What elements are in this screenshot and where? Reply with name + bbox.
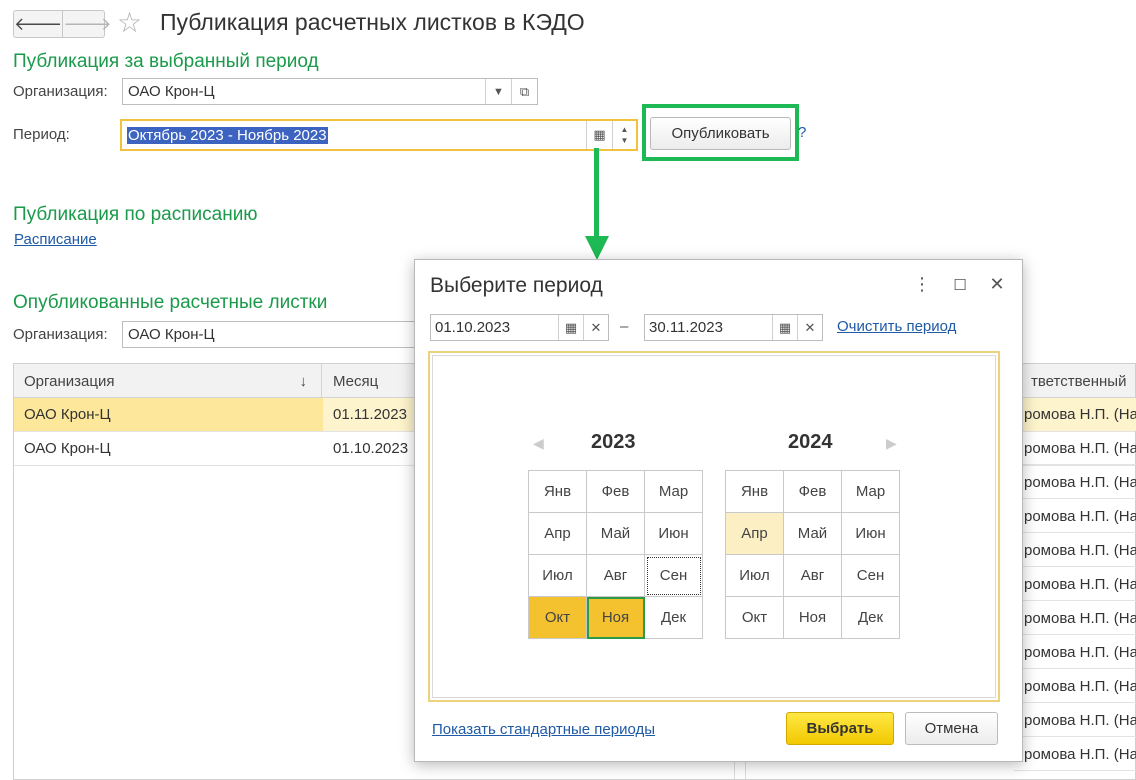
dialog-title: Выберите период — [430, 274, 603, 297]
maximize-icon[interactable]: ☐ — [949, 276, 971, 294]
sort-arrow-icon[interactable]: ↓ — [300, 373, 308, 390]
clear-date-icon[interactable]: ✕ — [583, 315, 608, 340]
cell-responsible: ромова Н.П. (На — [1014, 466, 1136, 499]
cell-month: 01.11.2023 — [323, 398, 423, 431]
select-period-dialog: Выберите период ⋮ ☐ ✕ 01.10.2023 ▦ ✕ – 3… — [414, 259, 1023, 762]
annotation-arrow-line — [594, 148, 599, 240]
period-spin-buttons[interactable]: ▲ ▼ — [612, 121, 636, 149]
clear-date-icon[interactable]: ✕ — [797, 315, 822, 340]
month-2023-feb[interactable]: Фев — [587, 471, 645, 513]
help-icon[interactable]: ? — [798, 124, 806, 141]
cell-month: 01.10.2023 — [333, 440, 409, 457]
cell-responsible: ромова Н.П. (На — [1014, 636, 1136, 669]
favorite-star-icon[interactable]: ☆ — [117, 7, 142, 39]
period-label: Период: — [13, 126, 70, 143]
back-arrow-icon[interactable]: 🡐 — [14, 11, 62, 37]
next-year-icon[interactable]: ▶ — [886, 435, 897, 452]
period-value: Октябрь 2023 - Ноябрь 2023 — [127, 126, 328, 144]
month-2023-nov[interactable]: Ноя — [587, 597, 645, 639]
month-2024-mar[interactable]: Мар — [842, 471, 900, 513]
date-from-field[interactable]: 01.10.2023 ▦ ✕ — [430, 314, 609, 341]
month-2024-may[interactable]: Май — [784, 513, 842, 555]
cell-responsible: ромова Н.П. (На — [1014, 398, 1136, 431]
calendar-icon[interactable]: ▦ — [558, 315, 583, 340]
month-2023-jun[interactable]: Июн — [645, 513, 703, 555]
published-organization-field[interactable]: ОАО Крон-Ц — [122, 321, 422, 348]
month-2024-apr[interactable]: Апр — [726, 513, 784, 555]
month-2024-jun[interactable]: Июн — [842, 513, 900, 555]
cell-responsible: ромова Н.П. (На — [1014, 602, 1136, 635]
month-2024-oct[interactable]: Окт — [726, 597, 784, 639]
cell-responsible: ромова Н.П. (На — [1014, 534, 1136, 567]
month-2024-jan[interactable]: Янв — [726, 471, 784, 513]
month-2023-sep[interactable]: Сен — [645, 555, 703, 597]
spin-up-icon[interactable]: ▲ — [621, 124, 629, 135]
year-label-left: 2023 — [591, 431, 636, 453]
open-item-icon[interactable]: ⧉ — [511, 79, 537, 104]
organization-field[interactable]: ОАО Крон-Ц ▼ ⧉ — [122, 78, 538, 105]
month-2024-nov[interactable]: Ноя — [784, 597, 842, 639]
close-icon[interactable]: ✕ — [986, 274, 1008, 295]
column-header-organization[interactable]: Организация ↓ — [14, 364, 322, 398]
clear-period-link[interactable]: Очистить период — [837, 318, 956, 335]
month-grid-2023: Янв Фев Мар Апр Май Июн Июл Авг Сен Окт … — [528, 470, 703, 639]
section-title-schedule: Публикация по расписанию — [13, 204, 258, 225]
date-from-value: 01.10.2023 — [435, 319, 511, 336]
previous-year-icon[interactable]: ◀ — [533, 435, 544, 452]
cell-responsible: ромова Н.П. (На — [1014, 568, 1136, 601]
cell-responsible: ромова Н.П. (На — [1014, 704, 1136, 737]
cell-responsible: ромова Н.П. (На — [1014, 500, 1136, 533]
month-2023-mar[interactable]: Мар — [645, 471, 703, 513]
annotation-arrow-head-icon — [585, 236, 609, 260]
published-organization-label: Организация: — [13, 326, 108, 343]
section-title-publish-period: Публикация за выбранный период — [13, 51, 319, 72]
date-range-dash: – — [620, 318, 629, 335]
month-grid-2024: Янв Фев Мар Апр Май Июн Июл Авг Сен Окт … — [725, 470, 900, 639]
published-organization-value: ОАО Крон-Ц — [128, 326, 215, 343]
show-standard-periods-link[interactable]: Показать стандартные периоды — [432, 721, 655, 738]
month-2023-aug[interactable]: Авг — [587, 555, 645, 597]
calendar-icon[interactable]: ▦ — [586, 121, 612, 149]
month-2024-dec[interactable]: Дек — [842, 597, 900, 639]
section-title-published: Опубликованные расчетные листки — [13, 292, 328, 313]
month-2023-may[interactable]: Май — [587, 513, 645, 555]
select-button[interactable]: Выбрать — [786, 712, 894, 745]
dropdown-arrow-icon[interactable]: ▼ — [485, 79, 511, 104]
month-2023-oct[interactable]: Окт — [529, 597, 587, 639]
date-to-field[interactable]: 30.11.2023 ▦ ✕ — [644, 314, 823, 341]
column-header-organization-label: Организация — [24, 372, 115, 390]
publish-button[interactable]: Опубликовать — [650, 117, 791, 150]
more-options-icon[interactable]: ⋮ — [911, 274, 933, 295]
organization-value: ОАО Крон-Ц — [128, 83, 215, 100]
cancel-button[interactable]: Отмена — [905, 712, 998, 745]
page-title: Публикация расчетных листков в КЭДО — [160, 9, 585, 35]
cell-responsible: ромова Н.П. (На — [1014, 670, 1136, 703]
calendar-panel: ◀ 2023 2024 ▶ Янв Фев Мар Апр Май Июн Ию… — [428, 351, 1000, 702]
date-to-value: 30.11.2023 — [649, 319, 723, 336]
schedule-link[interactable]: Расписание — [14, 231, 97, 248]
period-field[interactable]: Октябрь 2023 - Ноябрь 2023 ▦ ▲ ▼ — [120, 119, 638, 151]
month-2024-jul[interactable]: Июл — [726, 555, 784, 597]
cell-responsible: ромова Н.П. (На — [1014, 738, 1136, 771]
cell-organization: ОАО Крон-Ц — [24, 406, 111, 423]
navigation-buttons: 🡐 🡒 — [13, 10, 112, 38]
month-2024-sep[interactable]: Сен — [842, 555, 900, 597]
month-2023-jan[interactable]: Янв — [529, 471, 587, 513]
month-2023-jul[interactable]: Июл — [529, 555, 587, 597]
calendar-icon[interactable]: ▦ — [772, 315, 797, 340]
spin-down-icon[interactable]: ▼ — [621, 135, 629, 146]
column-header-responsible[interactable]: тветственный — [1020, 364, 1136, 398]
cell-organization: ОАО Крон-Ц — [24, 440, 111, 457]
organization-label: Организация: — [13, 83, 108, 100]
month-2023-apr[interactable]: Апр — [529, 513, 587, 555]
calendar-inner — [432, 355, 996, 698]
month-2024-feb[interactable]: Фев — [784, 471, 842, 513]
month-2023-dec[interactable]: Дек — [645, 597, 703, 639]
forward-arrow-icon[interactable]: 🡒 — [62, 11, 112, 37]
year-label-right: 2024 — [788, 431, 833, 453]
month-2024-aug[interactable]: Авг — [784, 555, 842, 597]
cell-responsible: ромова Н.П. (На — [1014, 432, 1136, 465]
